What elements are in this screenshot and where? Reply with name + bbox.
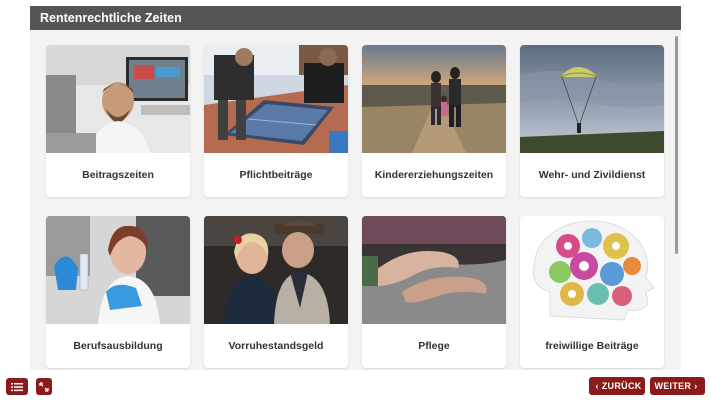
card-pflege[interactable]: Pflege [362,216,506,368]
card-kindererziehungszeiten[interactable]: Kindererziehungszeiten [362,45,506,197]
content-panel: Rentenrechtliche Zeiten Beitragszeiten P… [30,6,681,370]
roof-workers-image [204,45,348,153]
chevron-left-icon: ‹ [595,381,599,391]
office-worker-image [46,45,190,153]
elderly-couple-dancing-image [204,216,348,324]
lab-scientist-image [46,216,190,324]
card-berufsausbildung[interactable]: Berufsausbildung [46,216,190,368]
scrollbar[interactable] [675,36,678,254]
back-button[interactable]: ‹ ZURÜCK [589,377,645,395]
card-label: Wehr- und Zivildienst [538,169,646,181]
expand-button[interactable] [36,378,52,395]
holding-hands-image [362,216,506,324]
card-vorruhestandsgeld[interactable]: Vorruhestandsgeld [204,216,348,368]
card-pflichtbeitraege[interactable]: Pflichtbeiträge [204,45,348,197]
card-label: Pflege [418,340,450,352]
next-label: WEITER [654,381,692,391]
list-icon [11,382,23,392]
card-freiwillige-beitraege[interactable]: freiwillige Beiträge [520,216,664,368]
card-label: Vorruhestandsgeld [228,340,324,352]
family-walking-image [362,45,506,153]
back-label: ZURÜCK [601,381,642,391]
parachute-image [520,45,664,153]
card-label: Beitragszeiten [82,169,154,181]
card-label: Kindererziehungszeiten [374,169,494,181]
topic-grid: Beitragszeiten Pflichtbeiträge Kindererz… [30,30,681,370]
card-label: Berufsausbildung [73,340,163,352]
card-label: Pflichtbeiträge [239,169,313,181]
card-beitragszeiten[interactable]: Beitragszeiten [46,45,190,197]
next-button[interactable]: WEITER › [650,377,705,395]
card-label: freiwillige Beiträge [545,340,639,352]
chevron-right-icon: › [694,381,698,391]
card-wehr-zivildienst[interactable]: Wehr- und Zivildienst [520,45,664,197]
euro-gears-head-image [520,216,664,324]
panel-title: Rentenrechtliche Zeiten [30,6,681,30]
expand-icon [39,381,49,392]
menu-list-button[interactable] [6,378,28,395]
